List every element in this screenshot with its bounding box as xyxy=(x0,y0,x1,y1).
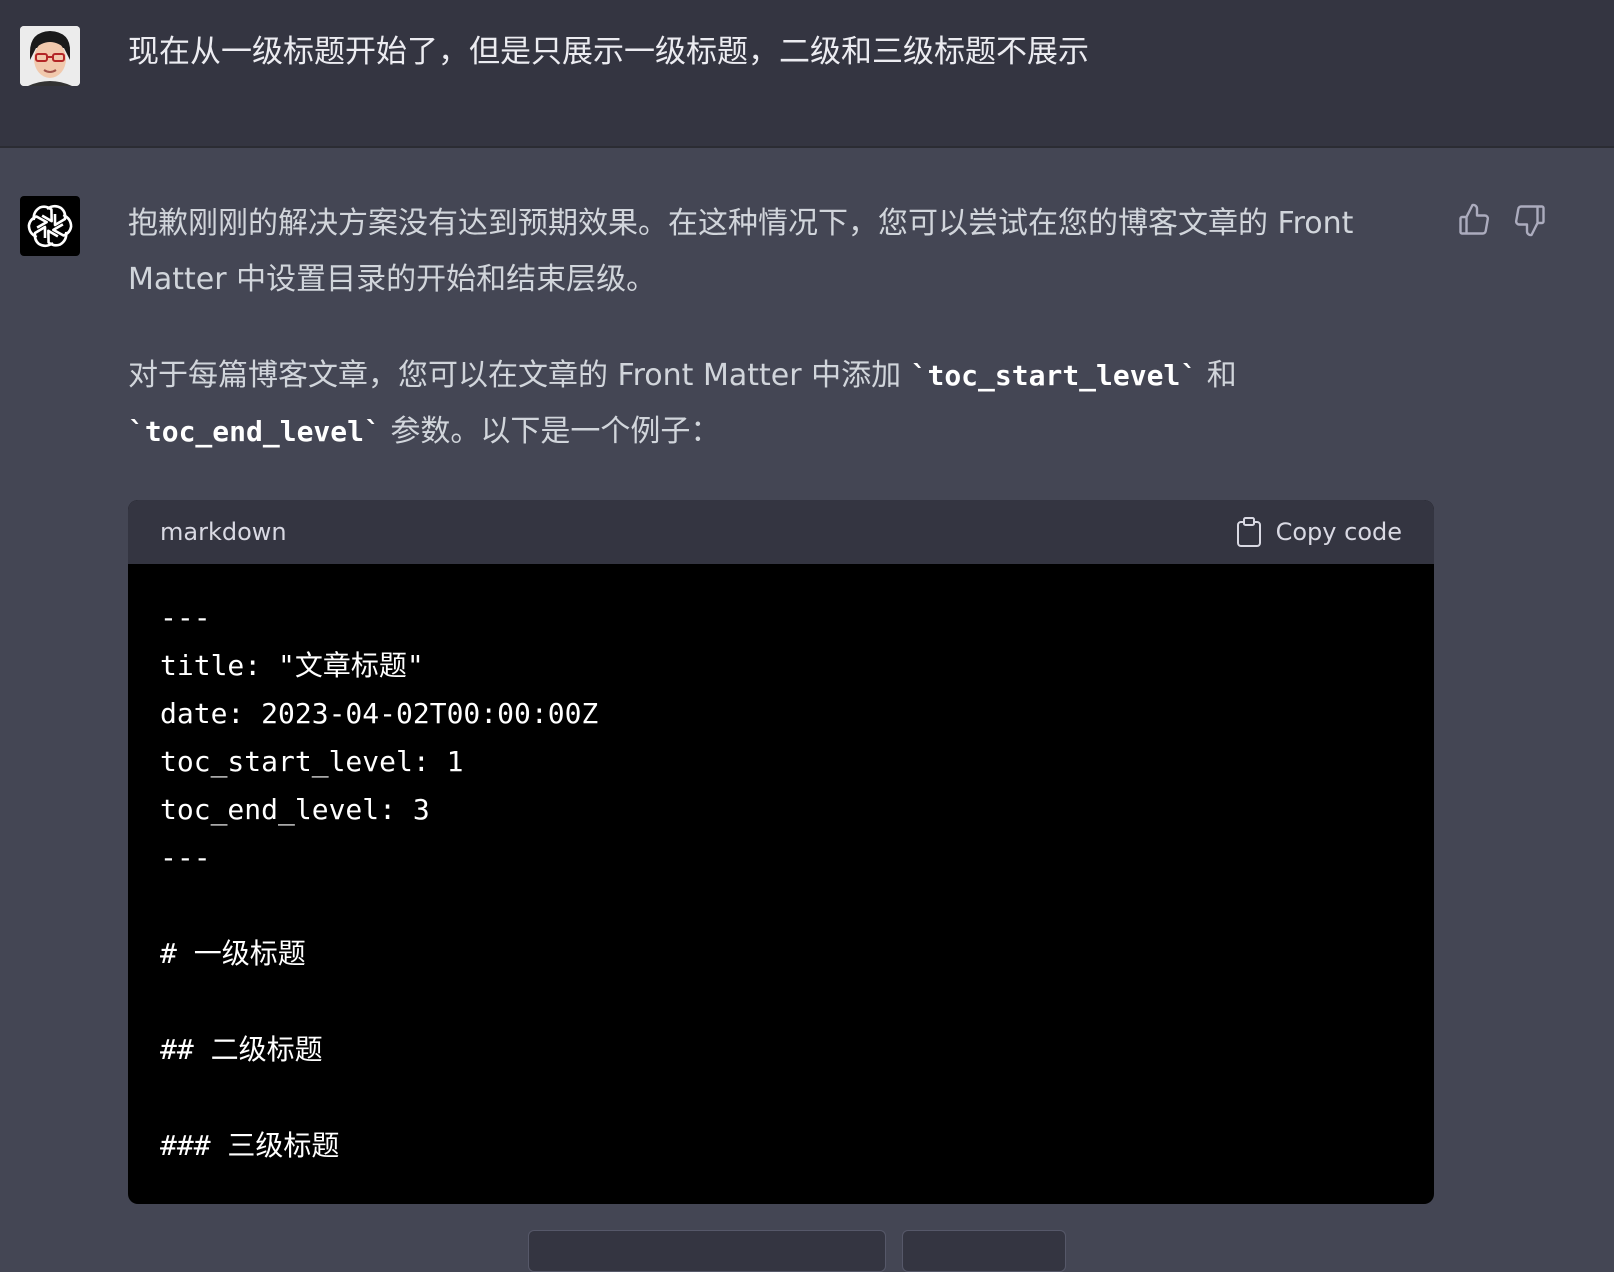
thumbs-down-button[interactable] xyxy=(1512,202,1548,238)
code-line: toc_start_level: 1 xyxy=(160,745,464,778)
inline-code-toc-start-level: `toc_start_level` xyxy=(910,359,1198,392)
inline-code-toc-end-level: `toc_end_level` xyxy=(128,415,381,448)
code-line: # 一级标题 xyxy=(160,937,306,970)
openai-logo-icon xyxy=(27,204,73,248)
assistant-paragraph-2: 对于每篇博客文章，您可以在文章的 Front Matter 中添加 `toc_s… xyxy=(128,348,1438,460)
thumbs-down-icon xyxy=(1515,205,1545,237)
assistant-paragraph-1: 抱歉刚刚的解决方案没有达到预期效果。在这种情况下，您可以尝试在您的博客文章的 F… xyxy=(128,206,1354,297)
code-line: title: "文章标题" xyxy=(160,649,424,682)
clipboard-icon xyxy=(1236,517,1261,547)
code-line: --- xyxy=(160,601,211,634)
code-line: ### 三级标题 xyxy=(160,1129,340,1162)
copy-code-label: Copy code xyxy=(1275,518,1402,546)
paragraph-2-text-b: 和 xyxy=(1197,358,1237,393)
thumbs-up-icon xyxy=(1459,203,1489,235)
code-block-header: markdown Copy code xyxy=(128,500,1434,564)
paragraph-2-text-a: 对于每篇博客文章，您可以在文章的 Front Matter 中添加 xyxy=(128,358,911,393)
paragraph-2-text-c: 参数。以下是一个例子： xyxy=(380,414,721,449)
code-line: toc_end_level: 3 xyxy=(160,793,430,826)
user-message-text: 现在从一级标题开始了，但是只展示一级标题，二级和三级标题不展示 xyxy=(128,34,1089,70)
user-avatar xyxy=(20,26,80,86)
secondary-action-button[interactable] xyxy=(902,1230,1066,1272)
user-message-row: 现在从一级标题开始了，但是只展示一级标题，二级和三级标题不展示 xyxy=(0,0,1614,148)
code-block: markdown Copy code --- title: "文章标题" dat… xyxy=(128,500,1434,1204)
assistant-avatar xyxy=(20,196,80,256)
regenerate-button[interactable] xyxy=(528,1230,886,1272)
code-line: ## 二级标题 xyxy=(160,1033,323,1066)
code-line: date: 2023-04-02T00:00:00Z xyxy=(160,697,599,730)
code-language-label: markdown xyxy=(160,518,287,546)
code-line: --- xyxy=(160,841,211,874)
assistant-message-row: 抱歉刚刚的解决方案没有达到预期效果。在这种情况下，您可以尝试在您的博客文章的 F… xyxy=(0,148,1614,1272)
code-block-body: --- title: "文章标题" date: 2023-04-02T00:00… xyxy=(128,564,1434,1170)
user-avatar-image xyxy=(20,26,80,86)
copy-code-button[interactable]: Copy code xyxy=(1236,500,1402,564)
thumbs-up-button[interactable] xyxy=(1456,202,1492,238)
